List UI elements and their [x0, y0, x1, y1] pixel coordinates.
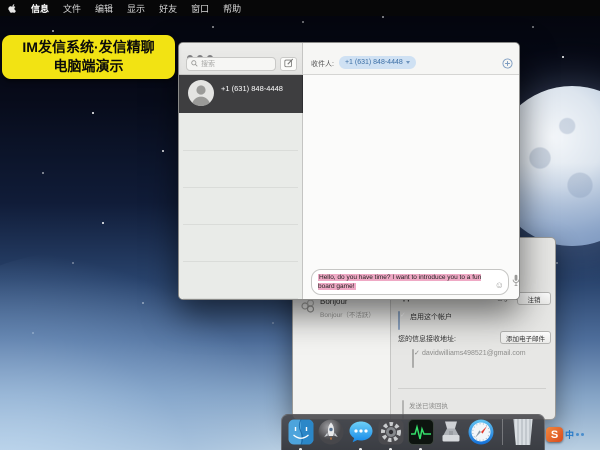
menu-item-help[interactable]: 帮助 — [223, 2, 241, 15]
dock-icon-system-preferences[interactable] — [378, 419, 404, 445]
menu-bar: 信息 文件 编辑 显示 好友 窗口 帮助 — [0, 0, 600, 16]
conversation-list[interactable] — [179, 113, 303, 300]
email-address: davidwilliams498521@gmail.com — [422, 350, 526, 357]
watermark: S 中 — [546, 427, 584, 442]
list-separator — [183, 224, 298, 225]
promo-banner-line1: IM发信系统·发信精聊 — [22, 38, 154, 57]
list-separator — [183, 150, 298, 151]
list-separator — [183, 187, 298, 188]
watermark-dot — [576, 433, 579, 436]
emoji-picker-icon[interactable]: ☺ — [495, 281, 504, 290]
message-input[interactable]: Hello, do you have time? I want to intro… — [311, 269, 509, 295]
chevron-down-icon — [406, 61, 410, 64]
enable-account-checkbox[interactable] — [398, 311, 400, 330]
to-label: 收件人: — [311, 59, 334, 69]
dock-icon-messages[interactable] — [348, 419, 374, 445]
conversation-title: +1 (631) 848-4448 — [221, 84, 283, 93]
prefs-divider — [398, 388, 546, 389]
person-icon — [188, 80, 214, 106]
dock — [281, 414, 545, 450]
to-field-row: 收件人: +1 (631) 848-4448 — [303, 43, 520, 75]
recipient-text: +1 (631) 848-4448 — [345, 59, 403, 66]
email-checkbox[interactable] — [412, 349, 414, 368]
bonjour-icon — [300, 298, 316, 319]
dock-icon-finder[interactable] — [288, 419, 314, 445]
microphone-icon[interactable] — [512, 274, 520, 292]
search-placeholder: 搜索 — [201, 59, 215, 69]
watermark-badge: S — [546, 427, 563, 442]
addresses-label: 您的信息接收地址: — [398, 334, 456, 344]
list-separator — [183, 298, 298, 299]
add-email-button[interactable]: 添加电子邮件 — [500, 331, 551, 344]
trash-icon — [511, 419, 535, 445]
menu-item-buddies[interactable]: 好友 — [159, 2, 177, 15]
add-recipient-button[interactable] — [502, 58, 513, 69]
promo-banner: IM发信系统·发信精聊 电脑端演示 — [2, 35, 175, 79]
dock-icon-trash[interactable] — [511, 419, 537, 445]
plus-circle-icon — [502, 58, 513, 69]
compose-icon — [284, 55, 294, 73]
apple-menu-icon[interactable] — [8, 3, 17, 14]
desktop[interactable]: 信息 文件 编辑 显示 好友 窗口 帮助 IM发信系统·发信精聊 电脑端演示 B… — [0, 0, 600, 450]
dock-divider — [502, 419, 503, 445]
watermark-text: 中 — [565, 428, 574, 441]
account-status: Bonjour（不活跃） — [320, 309, 375, 319]
menu-item-view[interactable]: 显示 — [127, 2, 145, 15]
read-receipts-label: 发送已读回执 — [409, 400, 448, 410]
menu-item-window[interactable]: 窗口 — [191, 2, 209, 15]
dock-icon-safari[interactable] — [468, 419, 494, 445]
enable-account-label: 启用这个帐户 — [410, 312, 452, 322]
list-separator — [183, 261, 298, 262]
avatar — [188, 80, 214, 106]
menu-item-messages[interactable]: 信息 — [31, 2, 49, 15]
conversation-item-selected[interactable]: +1 (631) 848-4448 — [179, 75, 303, 113]
watermark-dot — [581, 433, 584, 436]
dock-icon-installer[interactable] — [438, 419, 464, 445]
window-toolbar-left: 搜索 — [179, 43, 303, 75]
dock-icon-activity-monitor[interactable] — [408, 419, 434, 445]
search-icon — [191, 60, 198, 69]
dock-icon-launchpad[interactable] — [318, 419, 344, 445]
search-input[interactable]: 搜索 — [186, 57, 276, 71]
promo-banner-line2: 电脑端演示 — [54, 57, 124, 76]
menu-item-edit[interactable]: 编辑 — [95, 2, 113, 15]
message-draft-selected-text: Hello, do you have time? I want to intro… — [318, 274, 481, 290]
menu-item-file[interactable]: 文件 — [63, 2, 81, 15]
conversation-transcript: Hello, do you have time? I want to intro… — [303, 75, 520, 300]
messages-window[interactable]: 搜索 收件人: +1 (631) 848-4448 +1 (631) 848- — [178, 42, 520, 300]
compose-button[interactable] — [280, 57, 297, 71]
sign-out-button[interactable]: 注销 — [517, 292, 551, 305]
recipient-pill[interactable]: +1 (631) 848-4448 — [339, 56, 416, 69]
